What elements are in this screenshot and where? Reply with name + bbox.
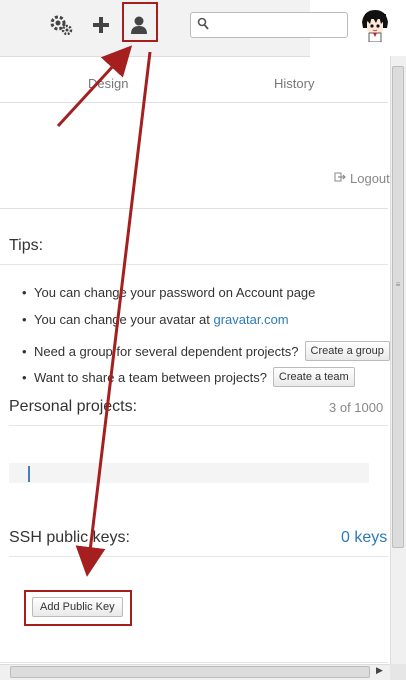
divider [0, 264, 388, 265]
tip-text: You can change your avatar at [34, 312, 214, 327]
tip-text: You can change your password on Account … [34, 285, 316, 300]
plus-icon[interactable] [88, 12, 114, 38]
avatar[interactable] [360, 8, 390, 43]
tab-bar: Design History [0, 56, 388, 103]
user-button-highlight [122, 2, 158, 42]
tip-item: • You can change your avatar at gravatar… [22, 312, 289, 327]
logout-link[interactable]: Logout [334, 171, 390, 186]
search-input[interactable] [213, 15, 347, 37]
scrollbar-grip-icon: ≡ [395, 280, 401, 289]
create-group-button[interactable]: Create a group [304, 341, 390, 361]
projects-list-marker [28, 466, 30, 482]
search-box[interactable] [190, 12, 348, 38]
ssh-keys-heading: SSH public keys: [9, 529, 130, 546]
top-bar [0, 0, 406, 57]
scrollbar-corner [390, 664, 406, 680]
tip-text: Want to share a team between projects? [34, 369, 267, 385]
tip-item: • Want to share a team between projects?… [22, 367, 355, 387]
gears-icon[interactable] [48, 12, 74, 38]
tip-item: • You can change your password on Accoun… [22, 285, 316, 300]
divider [9, 425, 388, 426]
vertical-scrollbar-thumb[interactable] [392, 66, 404, 548]
annotation-arrow-to-add-key [75, 51, 152, 577]
logout-label: Logout [350, 171, 390, 186]
ssh-keys-count-link[interactable]: 0 keys [341, 529, 387, 547]
tip-item: • Need a group for several dependent pro… [22, 341, 390, 361]
tip-text: Need a group for several dependent proje… [34, 343, 299, 359]
gravatar-link[interactable]: gravatar.com [213, 312, 288, 327]
search-icon [197, 17, 209, 36]
projects-count: 3 of 1000 [329, 400, 384, 415]
horizontal-scrollbar-thumb[interactable] [10, 666, 370, 678]
add-public-key-button[interactable]: Add Public Key [32, 597, 123, 617]
projects-list [9, 463, 369, 483]
divider [9, 556, 388, 557]
tab-design[interactable]: Design [88, 76, 128, 91]
divider [0, 662, 388, 663]
personal-projects-heading: Personal projects: [9, 398, 138, 415]
tips-heading: Tips: [9, 237, 44, 254]
logout-icon [334, 171, 346, 186]
divider [0, 208, 388, 209]
tab-history[interactable]: History [274, 76, 314, 91]
create-team-button[interactable]: Create a team [272, 367, 355, 387]
scroll-right-arrow-icon[interactable]: ▶ [376, 665, 383, 676]
